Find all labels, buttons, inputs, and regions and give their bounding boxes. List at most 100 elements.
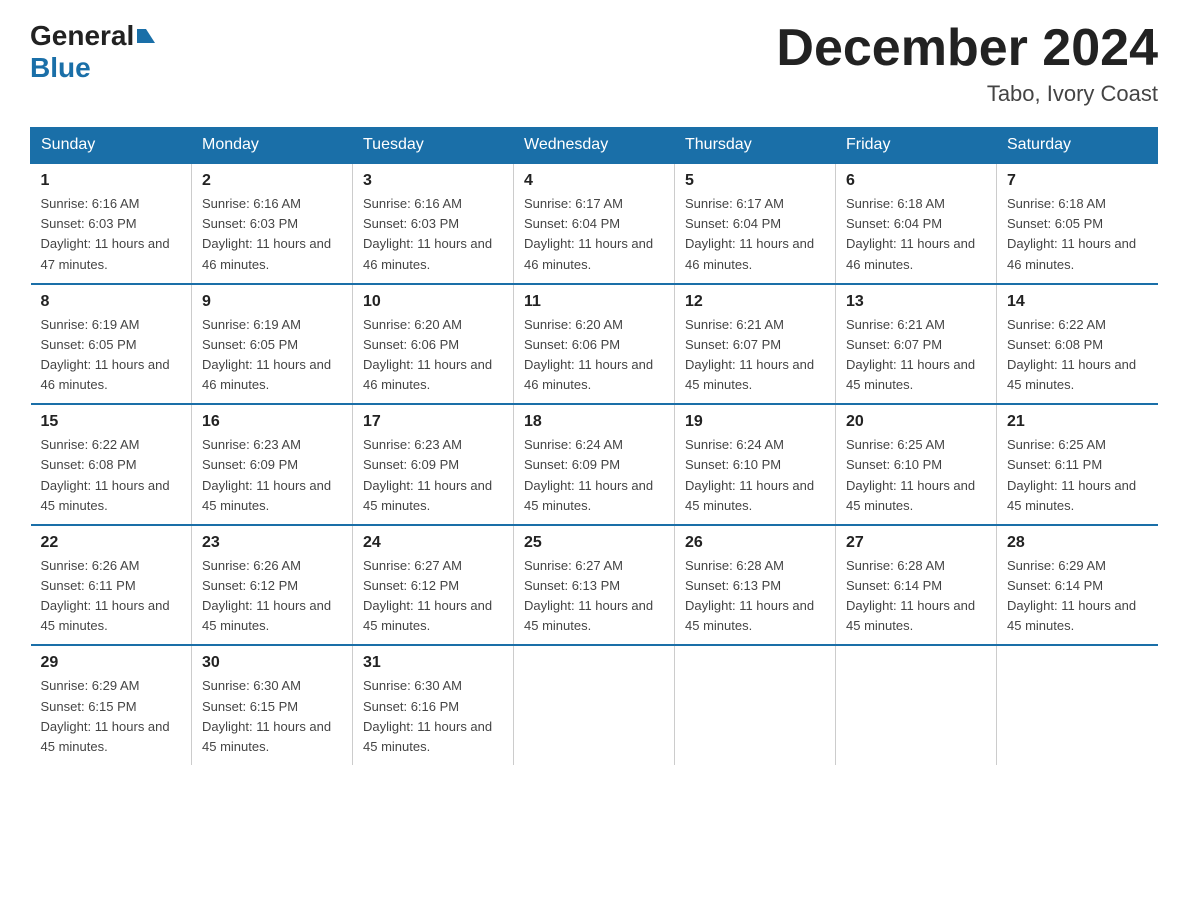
day-number: 19 xyxy=(685,413,825,431)
day-info: Sunrise: 6:19 AMSunset: 6:05 PMDaylight:… xyxy=(202,315,342,396)
calendar-cell: 2 Sunrise: 6:16 AMSunset: 6:03 PMDayligh… xyxy=(192,163,353,284)
calendar-cell: 14 Sunrise: 6:22 AMSunset: 6:08 PMDaylig… xyxy=(997,284,1158,405)
calendar-cell: 28 Sunrise: 6:29 AMSunset: 6:14 PMDaylig… xyxy=(997,525,1158,646)
calendar-cell: 27 Sunrise: 6:28 AMSunset: 6:14 PMDaylig… xyxy=(836,525,997,646)
calendar-cell: 20 Sunrise: 6:25 AMSunset: 6:10 PMDaylig… xyxy=(836,404,997,525)
logo-general-text: General xyxy=(30,20,134,52)
day-info: Sunrise: 6:18 AMSunset: 6:05 PMDaylight:… xyxy=(1007,194,1148,275)
day-number: 10 xyxy=(363,293,503,311)
day-info: Sunrise: 6:20 AMSunset: 6:06 PMDaylight:… xyxy=(524,315,664,396)
day-info: Sunrise: 6:22 AMSunset: 6:08 PMDaylight:… xyxy=(1007,315,1148,396)
day-number: 3 xyxy=(363,172,503,190)
calendar-cell: 30 Sunrise: 6:30 AMSunset: 6:15 PMDaylig… xyxy=(192,645,353,765)
calendar-cell: 24 Sunrise: 6:27 AMSunset: 6:12 PMDaylig… xyxy=(353,525,514,646)
day-info: Sunrise: 6:26 AMSunset: 6:12 PMDaylight:… xyxy=(202,556,342,637)
calendar-cell: 26 Sunrise: 6:28 AMSunset: 6:13 PMDaylig… xyxy=(675,525,836,646)
calendar-cell: 23 Sunrise: 6:26 AMSunset: 6:12 PMDaylig… xyxy=(192,525,353,646)
day-info: Sunrise: 6:17 AMSunset: 6:04 PMDaylight:… xyxy=(524,194,664,275)
day-number: 29 xyxy=(41,654,182,672)
day-number: 12 xyxy=(685,293,825,311)
day-info: Sunrise: 6:29 AMSunset: 6:15 PMDaylight:… xyxy=(41,676,182,757)
calendar-week-row-5: 29 Sunrise: 6:29 AMSunset: 6:15 PMDaylig… xyxy=(31,645,1158,765)
day-number: 14 xyxy=(1007,293,1148,311)
day-info: Sunrise: 6:30 AMSunset: 6:15 PMDaylight:… xyxy=(202,676,342,757)
calendar-cell: 5 Sunrise: 6:17 AMSunset: 6:04 PMDayligh… xyxy=(675,163,836,284)
calendar-cell: 19 Sunrise: 6:24 AMSunset: 6:10 PMDaylig… xyxy=(675,404,836,525)
calendar-cell: 1 Sunrise: 6:16 AMSunset: 6:03 PMDayligh… xyxy=(31,163,192,284)
day-info: Sunrise: 6:16 AMSunset: 6:03 PMDaylight:… xyxy=(363,194,503,275)
weekday-header-friday: Friday xyxy=(836,128,997,164)
logo: General Blue xyxy=(30,20,155,84)
day-info: Sunrise: 6:30 AMSunset: 6:16 PMDaylight:… xyxy=(363,676,503,757)
weekday-header-thursday: Thursday xyxy=(675,128,836,164)
day-number: 25 xyxy=(524,534,664,552)
day-info: Sunrise: 6:17 AMSunset: 6:04 PMDaylight:… xyxy=(685,194,825,275)
day-info: Sunrise: 6:25 AMSunset: 6:10 PMDaylight:… xyxy=(846,435,986,516)
day-info: Sunrise: 6:23 AMSunset: 6:09 PMDaylight:… xyxy=(202,435,342,516)
calendar-cell: 6 Sunrise: 6:18 AMSunset: 6:04 PMDayligh… xyxy=(836,163,997,284)
day-info: Sunrise: 6:20 AMSunset: 6:06 PMDaylight:… xyxy=(363,315,503,396)
calendar-cell: 15 Sunrise: 6:22 AMSunset: 6:08 PMDaylig… xyxy=(31,404,192,525)
day-info: Sunrise: 6:28 AMSunset: 6:14 PMDaylight:… xyxy=(846,556,986,637)
calendar-cell: 10 Sunrise: 6:20 AMSunset: 6:06 PMDaylig… xyxy=(353,284,514,405)
weekday-header-tuesday: Tuesday xyxy=(353,128,514,164)
day-number: 16 xyxy=(202,413,342,431)
calendar-cell: 18 Sunrise: 6:24 AMSunset: 6:09 PMDaylig… xyxy=(514,404,675,525)
day-number: 9 xyxy=(202,293,342,311)
day-info: Sunrise: 6:21 AMSunset: 6:07 PMDaylight:… xyxy=(685,315,825,396)
weekday-header-wednesday: Wednesday xyxy=(514,128,675,164)
calendar-cell xyxy=(514,645,675,765)
weekday-header-sunday: Sunday xyxy=(31,128,192,164)
day-number: 30 xyxy=(202,654,342,672)
day-info: Sunrise: 6:21 AMSunset: 6:07 PMDaylight:… xyxy=(846,315,986,396)
calendar-cell: 25 Sunrise: 6:27 AMSunset: 6:13 PMDaylig… xyxy=(514,525,675,646)
calendar-cell xyxy=(997,645,1158,765)
weekday-header-row: SundayMondayTuesdayWednesdayThursdayFrid… xyxy=(31,128,1158,164)
calendar-cell: 21 Sunrise: 6:25 AMSunset: 6:11 PMDaylig… xyxy=(997,404,1158,525)
calendar-cell: 8 Sunrise: 6:19 AMSunset: 6:05 PMDayligh… xyxy=(31,284,192,405)
day-number: 4 xyxy=(524,172,664,190)
day-info: Sunrise: 6:26 AMSunset: 6:11 PMDaylight:… xyxy=(41,556,182,637)
day-number: 5 xyxy=(685,172,825,190)
day-info: Sunrise: 6:18 AMSunset: 6:04 PMDaylight:… xyxy=(846,194,986,275)
day-info: Sunrise: 6:24 AMSunset: 6:09 PMDaylight:… xyxy=(524,435,664,516)
calendar-cell: 31 Sunrise: 6:30 AMSunset: 6:16 PMDaylig… xyxy=(353,645,514,765)
calendar-cell: 4 Sunrise: 6:17 AMSunset: 6:04 PMDayligh… xyxy=(514,163,675,284)
day-info: Sunrise: 6:23 AMSunset: 6:09 PMDaylight:… xyxy=(363,435,503,516)
calendar-cell: 16 Sunrise: 6:23 AMSunset: 6:09 PMDaylig… xyxy=(192,404,353,525)
title-section: December 2024 Tabo, Ivory Coast xyxy=(776,20,1158,107)
calendar-week-row-3: 15 Sunrise: 6:22 AMSunset: 6:08 PMDaylig… xyxy=(31,404,1158,525)
calendar-cell: 3 Sunrise: 6:16 AMSunset: 6:03 PMDayligh… xyxy=(353,163,514,284)
calendar-cell: 7 Sunrise: 6:18 AMSunset: 6:05 PMDayligh… xyxy=(997,163,1158,284)
day-info: Sunrise: 6:16 AMSunset: 6:03 PMDaylight:… xyxy=(202,194,342,275)
day-number: 31 xyxy=(363,654,503,672)
day-number: 26 xyxy=(685,534,825,552)
calendar-cell: 29 Sunrise: 6:29 AMSunset: 6:15 PMDaylig… xyxy=(31,645,192,765)
day-info: Sunrise: 6:29 AMSunset: 6:14 PMDaylight:… xyxy=(1007,556,1148,637)
day-number: 13 xyxy=(846,293,986,311)
day-number: 17 xyxy=(363,413,503,431)
day-info: Sunrise: 6:16 AMSunset: 6:03 PMDaylight:… xyxy=(41,194,182,275)
day-info: Sunrise: 6:22 AMSunset: 6:08 PMDaylight:… xyxy=(41,435,182,516)
day-number: 7 xyxy=(1007,172,1148,190)
day-number: 2 xyxy=(202,172,342,190)
day-info: Sunrise: 6:27 AMSunset: 6:13 PMDaylight:… xyxy=(524,556,664,637)
calendar-week-row-2: 8 Sunrise: 6:19 AMSunset: 6:05 PMDayligh… xyxy=(31,284,1158,405)
calendar-cell xyxy=(675,645,836,765)
day-number: 1 xyxy=(41,172,182,190)
day-number: 6 xyxy=(846,172,986,190)
logo-triangle-icon xyxy=(137,29,155,43)
day-number: 18 xyxy=(524,413,664,431)
calendar-cell: 17 Sunrise: 6:23 AMSunset: 6:09 PMDaylig… xyxy=(353,404,514,525)
calendar-cell: 9 Sunrise: 6:19 AMSunset: 6:05 PMDayligh… xyxy=(192,284,353,405)
day-info: Sunrise: 6:19 AMSunset: 6:05 PMDaylight:… xyxy=(41,315,182,396)
location-title: Tabo, Ivory Coast xyxy=(776,81,1158,107)
weekday-header-monday: Monday xyxy=(192,128,353,164)
day-info: Sunrise: 6:25 AMSunset: 6:11 PMDaylight:… xyxy=(1007,435,1148,516)
day-number: 28 xyxy=(1007,534,1148,552)
calendar-week-row-4: 22 Sunrise: 6:26 AMSunset: 6:11 PMDaylig… xyxy=(31,525,1158,646)
page-header: General Blue December 2024 Tabo, Ivory C… xyxy=(30,20,1158,107)
day-number: 20 xyxy=(846,413,986,431)
day-info: Sunrise: 6:28 AMSunset: 6:13 PMDaylight:… xyxy=(685,556,825,637)
calendar-table: SundayMondayTuesdayWednesdayThursdayFrid… xyxy=(30,127,1158,765)
